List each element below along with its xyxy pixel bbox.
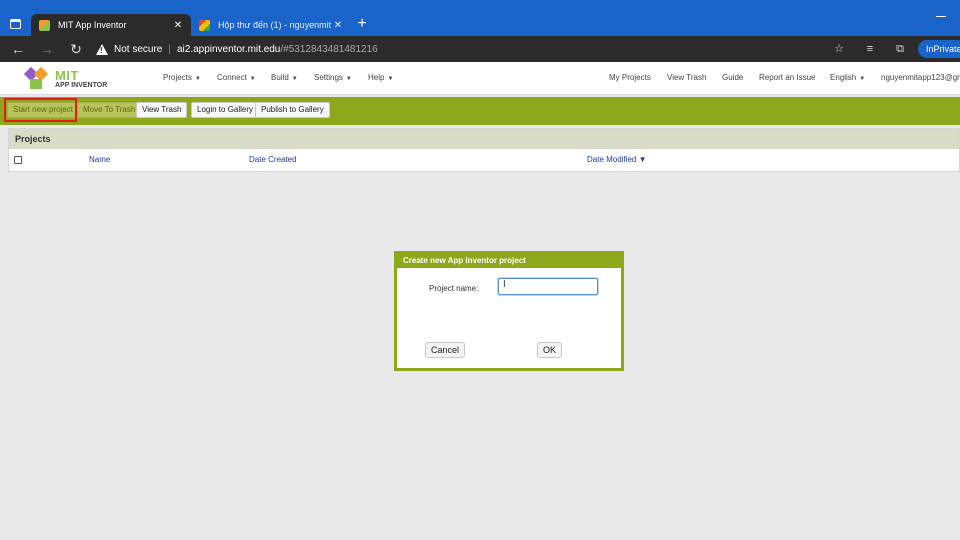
app-inventor-favicon-icon [39,19,50,31]
text-cursor-icon: I [503,279,506,290]
menu-account[interactable]: nguyenmitapp123@gmail.com [881,73,960,82]
address-bar[interactable]: Not secure | ai2.appinventor.mit.edu /#5… [96,39,856,59]
collections-icon[interactable]: ⧉ [892,41,908,57]
forward-arrow-icon[interactable]: → [38,40,56,58]
link-report-issue[interactable]: Report an Issue [759,73,815,82]
tab-actions-icon[interactable] [6,15,24,33]
column-name[interactable]: Name [89,155,110,164]
caret-down-icon: ▼ [387,76,394,82]
favorite-star-icon[interactable]: ☆ [831,41,847,57]
tab-title: MIT App Inventor [58,20,127,30]
column-date-created[interactable]: Date Created [249,155,297,164]
link-view-trash[interactable]: View Trash [667,73,706,82]
menu-build[interactable]: Build ▼ [271,73,298,82]
security-label: Not secure [114,43,163,55]
cancel-button[interactable]: Cancel [425,342,466,358]
close-tab-icon[interactable]: ✕ [331,20,345,31]
tab-title: Hộp thư đến (1) - nguyenmitapp [218,20,331,30]
project-toolbar: Start new project Move To Trash View Tra… [0,97,960,125]
minimize-icon[interactable] [936,16,946,17]
browser-nav-bar: ← → ↻ Not secure | ai2.appinventor.mit.e… [0,36,960,62]
red-highlight-box [4,98,77,122]
projects-panel-title: Projects [9,129,959,149]
link-guide[interactable]: Guide [722,73,743,82]
address-separator: | [168,43,171,55]
caret-down-icon: ▼ [249,76,256,82]
browser-tab-strip: MIT App Inventor ✕ Hộp thư đến (1) - ngu… [0,0,960,36]
menu-connect[interactable]: Connect ▼ [217,73,256,82]
tab-app-inventor[interactable]: MIT App Inventor ✕ [31,14,191,36]
close-tab-icon[interactable]: ✕ [171,20,185,31]
logo-app-inventor-text: APP INVENTOR [55,81,108,89]
warning-icon [96,43,108,55]
logo-mark-icon [23,66,52,91]
refresh-icon[interactable]: ↻ [67,40,85,58]
menu-language[interactable]: English ▼ [830,73,865,82]
url-host: ai2.appinventor.mit.edu [176,43,281,55]
caret-down-icon: ▼ [194,76,201,82]
url-hash: /#5312843481481216 [280,43,378,55]
menu-help[interactable]: Help ▼ [368,73,393,82]
ok-button[interactable]: OK [537,342,563,358]
caret-down-icon: ▼ [859,76,866,82]
project-name-label: Project name: [429,284,479,293]
publish-to-gallery-button[interactable]: Publish to Gallery [255,102,330,118]
menu-projects[interactable]: Projects ▼ [163,73,201,82]
new-project-dialog: Create new App Inventor project Project … [394,251,624,371]
projects-panel: Projects Name Date Created Date Modified… [8,128,960,172]
caret-down-icon: ▼ [291,76,298,82]
project-name-input[interactable] [498,278,598,295]
gmail-favicon-icon [199,19,210,31]
favorites-list-icon[interactable]: ≡ [862,41,878,57]
logo-mit-text: MIT [55,67,79,83]
app-header: MIT APP INVENTOR Projects ▼ Connect ▼ Buil… [0,62,960,95]
view-trash-button[interactable]: View Trash [136,102,188,118]
menu-settings[interactable]: Settings ▼ [314,73,352,82]
select-all-checkbox[interactable] [14,156,22,164]
mit-app-inventor-logo[interactable]: MIT APP INVENTOR [23,65,108,92]
inprivate-badge[interactable]: InPrivate [918,40,960,58]
tab-gmail[interactable]: Hộp thư đến (1) - nguyenmitapp ✕ [191,14,351,36]
dialog-title: Create new App Inventor project [397,254,621,268]
link-my-projects[interactable]: My Projects [609,73,651,82]
new-tab-button[interactable]: + [353,15,371,33]
back-arrow-icon[interactable]: ← [9,40,27,58]
caret-down-icon: ▼ [345,76,352,82]
login-to-gallery-button[interactable]: Login to Gallery [191,102,260,118]
move-to-trash-button[interactable]: Move To Trash [77,102,142,118]
column-date-modified[interactable]: Date Modified ▼ [587,155,647,164]
